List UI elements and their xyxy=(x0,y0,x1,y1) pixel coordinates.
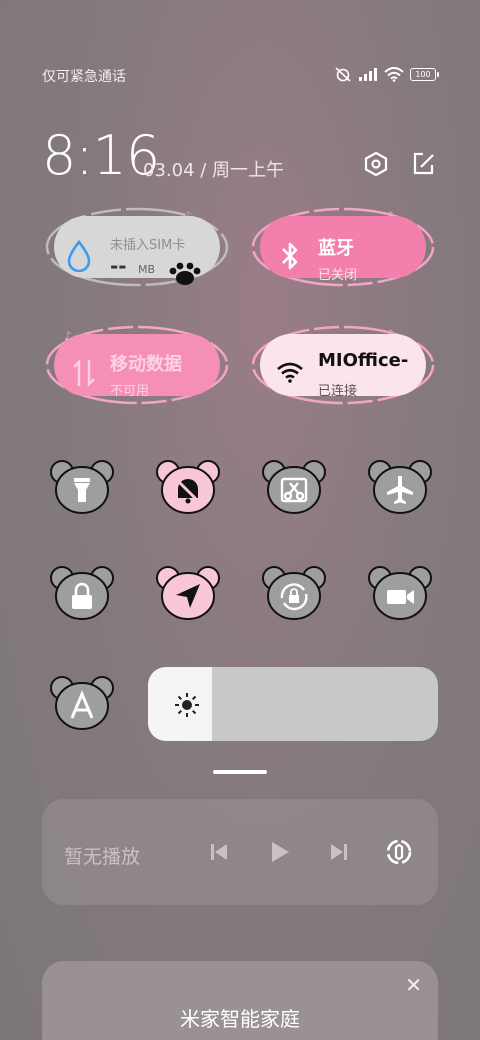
smart-home-card: ✕ 米家智能家庭 xyxy=(42,961,438,1040)
close-icon[interactable]: ✕ xyxy=(405,973,422,997)
wifi-icon xyxy=(277,362,303,383)
airplane-toggle[interactable] xyxy=(366,456,434,516)
bluetooth-tile-status: 已关闭 xyxy=(318,268,358,283)
wifi-tile-status: 已连接 xyxy=(318,384,358,399)
flashlight-toggle[interactable] xyxy=(48,456,116,516)
screenshot-toggle[interactable] xyxy=(260,456,328,516)
mobile-data-tile-status: 不可用 xyxy=(110,384,150,399)
bear-shape-gray xyxy=(262,566,326,620)
sim-tile-value: -- xyxy=(110,254,127,278)
auto-brightness-toggle[interactable] xyxy=(48,672,116,732)
clock-time: 8:16 xyxy=(42,124,160,187)
data-arrows-icon xyxy=(73,359,95,387)
media-card: 暂无播放 xyxy=(42,799,438,905)
wifi-status-icon xyxy=(384,66,404,82)
wifi-tile-title: MIOffice- xyxy=(318,350,409,371)
smart-home-title: 米家智能家庭 xyxy=(180,1007,300,1031)
clock-date: 03.04 / 周一上午 xyxy=(143,160,285,181)
paw-icon xyxy=(169,262,201,285)
status-carrier-text: 仅可紧急通话 xyxy=(42,69,126,85)
wifi-tile[interactable]: ♪ MIOffice- 已连接 xyxy=(250,322,436,408)
sim-data-tile[interactable]: ♪ 未插入SIM卡 -- MB xyxy=(44,204,230,290)
cast-icon[interactable] xyxy=(384,837,414,867)
signal-icon xyxy=(359,68,377,81)
settings-hex-icon[interactable] xyxy=(362,150,390,178)
brightness-slider[interactable] xyxy=(148,667,438,741)
panel-drag-handle[interactable] xyxy=(213,770,267,774)
screen-record-toggle[interactable] xyxy=(366,562,434,622)
lock-toggle[interactable] xyxy=(48,562,116,622)
mobile-data-tile[interactable]: ♪ 移动数据 不可用 xyxy=(44,322,230,408)
edit-icon[interactable] xyxy=(410,150,438,178)
previous-icon[interactable] xyxy=(204,837,234,867)
water-drop-icon xyxy=(67,240,91,272)
sun-icon xyxy=(175,693,199,717)
sim-tile-title: 未插入SIM卡 xyxy=(110,238,186,253)
silent-toggle[interactable] xyxy=(154,456,222,516)
bluetooth-tile[interactable]: ♪ 蓝牙 已关闭 xyxy=(250,204,436,290)
sim-tile-unit: MB xyxy=(138,263,156,276)
battery-level: 100 xyxy=(415,69,431,79)
play-icon[interactable] xyxy=(264,837,294,867)
media-status-label: 暂无播放 xyxy=(64,846,141,868)
bear-shape-gray xyxy=(50,566,114,620)
bluetooth-tile-title: 蓝牙 xyxy=(318,238,354,259)
mobile-data-tile-title: 移动数据 xyxy=(110,354,182,375)
status-icons: 100 xyxy=(334,66,439,82)
rotation-lock-toggle[interactable] xyxy=(260,562,328,622)
bluetooth-icon xyxy=(282,242,298,270)
alarm-muted-icon xyxy=(335,67,351,82)
bear-shape-gray xyxy=(50,676,114,730)
battery-icon: 100 xyxy=(410,67,439,81)
location-toggle[interactable] xyxy=(154,562,222,622)
next-icon[interactable] xyxy=(324,837,354,867)
